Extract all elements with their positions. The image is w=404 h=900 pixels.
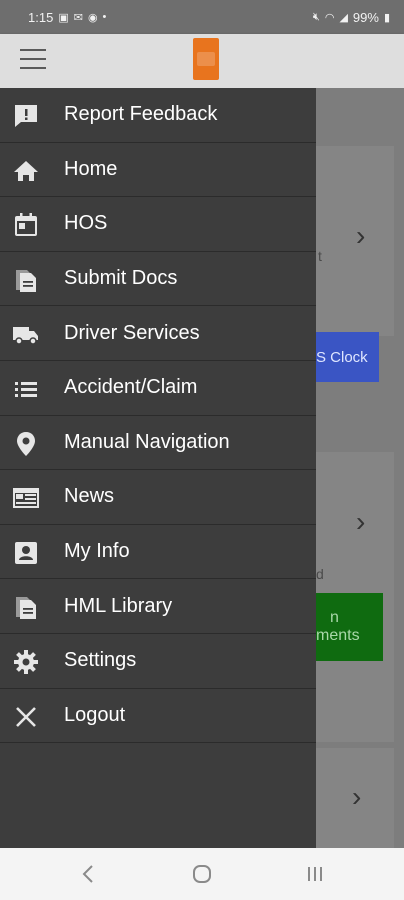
app-logo bbox=[193, 38, 219, 80]
menu-item-label: Logout bbox=[64, 703, 126, 726]
background-card bbox=[316, 146, 394, 336]
menu-item-label: Manual Navigation bbox=[64, 430, 230, 453]
chevron-right-icon: › bbox=[356, 506, 366, 537]
menu-item-settings[interactable]: Settings bbox=[0, 634, 316, 689]
green-button-line1: n bbox=[330, 609, 339, 626]
menu-item-label: Settings bbox=[64, 649, 137, 672]
background-partial-text: t bbox=[318, 248, 322, 264]
mute-icon: 🔇︎ bbox=[312, 10, 320, 23]
menu-item-label: My Info bbox=[64, 540, 130, 563]
menu-item-label: Home bbox=[64, 157, 118, 180]
wifi-icon: ◠ bbox=[324, 11, 335, 24]
recent-apps-icon[interactable] bbox=[300, 862, 330, 886]
account-box-icon bbox=[15, 541, 37, 564]
signal-icon: ◢ bbox=[339, 11, 348, 24]
chevron-right-icon: › bbox=[356, 220, 366, 251]
image-notification-icon: ▣ bbox=[58, 11, 69, 24]
hos-clock-button: S Clock bbox=[316, 332, 379, 382]
menu-item-hml-library[interactable]: HML Library bbox=[0, 579, 316, 634]
status-bar: 1:15 ▣ ✉ ◉ • 🔇︎ ◠ ◢ 99% ▮ bbox=[0, 0, 404, 34]
navigation-drawer: Report Feedback Home HOS Submit Docs Dri… bbox=[0, 88, 316, 848]
chevron-right-icon: › bbox=[352, 781, 362, 812]
home-icon bbox=[14, 160, 38, 181]
location-pin-icon bbox=[17, 431, 35, 456]
menu-item-news[interactable]: News bbox=[0, 470, 316, 525]
home-button-icon[interactable] bbox=[187, 862, 217, 886]
green-button-line2: ments bbox=[316, 627, 360, 644]
menu-item-label: Submit Docs bbox=[64, 267, 178, 290]
feedback-icon bbox=[15, 105, 37, 127]
sync-notification-icon: ◉ bbox=[87, 11, 98, 24]
mail-notification-icon: ✉ bbox=[73, 11, 83, 24]
app-bar bbox=[0, 34, 404, 88]
calendar-icon bbox=[15, 213, 37, 237]
menu-item-manual-navigation[interactable]: Manual Navigation bbox=[0, 416, 316, 471]
menu-item-home[interactable]: Home bbox=[0, 143, 316, 198]
battery-percent: 99% bbox=[352, 9, 379, 25]
menu-item-accident-claim[interactable]: Accident/Claim bbox=[0, 361, 316, 416]
documents-icon bbox=[16, 269, 36, 292]
menu-item-my-info[interactable]: My Info bbox=[0, 525, 316, 580]
gear-icon bbox=[14, 649, 38, 674]
menu-item-submit-docs[interactable]: Submit Docs bbox=[0, 252, 316, 307]
news-icon bbox=[13, 488, 39, 509]
menu-item-report-feedback[interactable]: Report Feedback bbox=[0, 88, 316, 143]
back-icon[interactable] bbox=[74, 862, 104, 886]
truck-icon bbox=[13, 327, 38, 346]
menu-item-label: Driver Services bbox=[64, 321, 200, 344]
library-icon bbox=[16, 597, 36, 620]
menu-item-label: Report Feedback bbox=[64, 103, 218, 126]
menu-item-driver-services[interactable]: Driver Services bbox=[0, 306, 316, 361]
green-action-button: n ments bbox=[316, 593, 383, 661]
list-icon bbox=[15, 381, 37, 397]
menu-item-label: Accident/Claim bbox=[64, 376, 198, 399]
hos-clock-label: S Clock bbox=[316, 348, 368, 366]
background-partial-text: d bbox=[316, 566, 324, 582]
menu-item-label: News bbox=[64, 485, 115, 508]
system-navigation-bar bbox=[0, 848, 404, 900]
close-icon bbox=[16, 706, 36, 727]
menu-item-hos[interactable]: HOS bbox=[0, 197, 316, 252]
menu-item-label: HOS bbox=[64, 212, 108, 235]
battery-icon: ▮ bbox=[383, 11, 390, 24]
status-time: 1:15 bbox=[28, 9, 54, 25]
more-notifications-icon: • bbox=[102, 11, 107, 23]
menu-item-label: HML Library bbox=[64, 594, 173, 617]
hamburger-menu-icon[interactable] bbox=[20, 49, 46, 71]
menu-item-logout[interactable]: Logout bbox=[0, 689, 316, 744]
